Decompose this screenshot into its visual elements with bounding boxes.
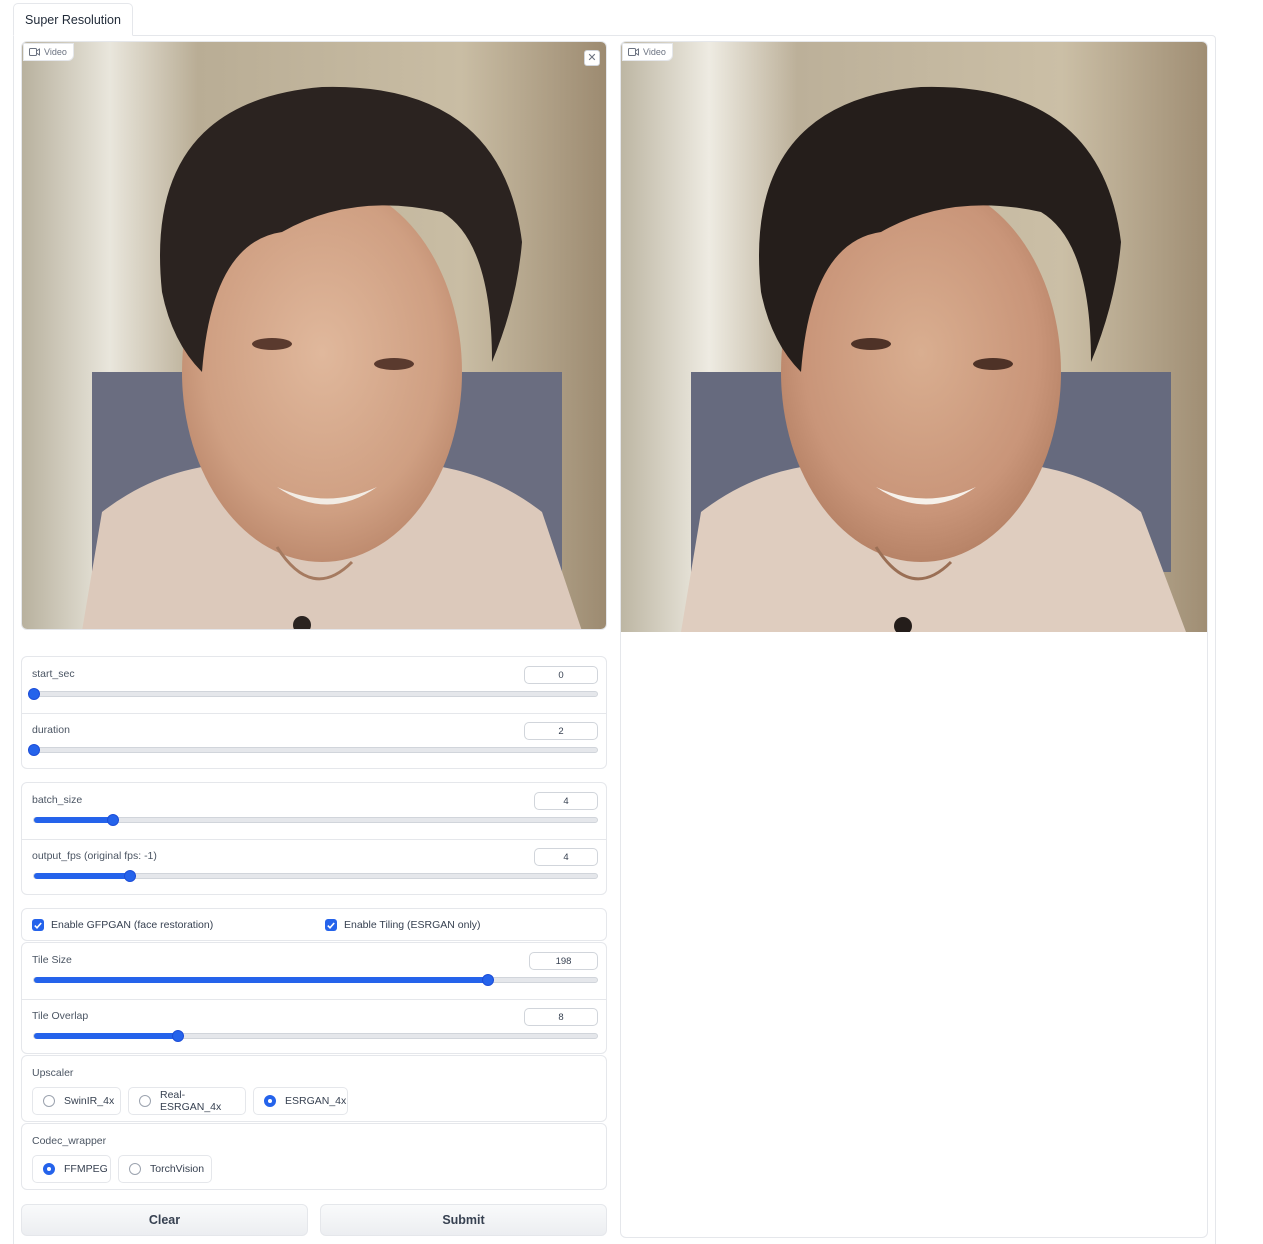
close-icon[interactable]: ✕ — [584, 50, 600, 66]
tab-super-resolution[interactable]: Super Resolution — [13, 3, 133, 36]
batch-size-slider[interactable] — [33, 814, 598, 826]
output-video-frame — [621, 42, 1207, 632]
tile-overlap-label: Tile Overlap — [32, 1010, 89, 1022]
codec-group: Codec_wrapper FFMPEG TorchVision — [21, 1123, 607, 1190]
output-video[interactable]: Video — [620, 41, 1208, 1238]
codec-option-ffmpeg[interactable]: FFMPEG — [32, 1155, 111, 1183]
codec-option-label: TorchVision — [150, 1163, 205, 1175]
tile-size-slider[interactable] — [33, 974, 598, 986]
gfpgan-label: Enable GFPGAN (face restoration) — [51, 919, 214, 931]
tiling-label: Enable Tiling (ESRGAN only) — [344, 919, 481, 931]
batch-fps-group: batch_size 4 output_fps (original fps: -… — [21, 782, 607, 895]
upscaler-title: Upscaler — [32, 1067, 74, 1079]
tile-size-input[interactable]: 198 — [529, 952, 598, 970]
checkbox-checked-icon[interactable] — [32, 919, 44, 931]
batch-size-label: batch_size — [32, 794, 83, 806]
input-video-label: Video — [23, 43, 74, 61]
tile-overlap-input[interactable]: 8 — [524, 1008, 598, 1026]
duration-label: duration — [32, 724, 70, 736]
upscaler-option-label: ESRGAN_4x — [285, 1095, 347, 1107]
upscaler-option-esrgan[interactable]: ESRGAN_4x — [253, 1087, 348, 1115]
submit-button[interactable]: Submit — [320, 1204, 607, 1236]
clear-button[interactable]: Clear — [21, 1204, 308, 1236]
time-range-group: start_sec 0 duration 2 — [21, 656, 607, 769]
video-camera-icon — [29, 48, 40, 56]
tiling-checkbox[interactable]: Enable Tiling (ESRGAN only) — [325, 919, 481, 931]
radio-icon[interactable] — [264, 1095, 276, 1107]
codec-option-label: FFMPEG — [64, 1163, 108, 1175]
input-video-label-text: Video — [44, 47, 67, 57]
radio-icon[interactable] — [43, 1095, 55, 1107]
tile-group: Tile Size 198 Tile Overlap 8 — [21, 942, 607, 1054]
upscaler-option-label: Real-ESRGAN_4x — [160, 1089, 222, 1113]
upscaler-option-swinir[interactable]: SwinIR_4x — [32, 1087, 121, 1115]
upscaler-option-label: SwinIR_4x — [64, 1095, 115, 1107]
codec-option-torchvision[interactable]: TorchVision — [118, 1155, 212, 1183]
tile-overlap-slider[interactable] — [33, 1030, 598, 1042]
duration-slider[interactable] — [28, 744, 598, 756]
radio-icon[interactable] — [139, 1095, 151, 1107]
options-checkbox-group: Enable GFPGAN (face restoration) Enable … — [21, 908, 607, 941]
checkbox-checked-icon[interactable] — [325, 919, 337, 931]
output-video-label-text: Video — [643, 47, 666, 57]
gfpgan-checkbox[interactable]: Enable GFPGAN (face restoration) — [32, 919, 213, 931]
tile-size-label: Tile Size — [32, 954, 72, 966]
input-video-frame — [22, 42, 606, 629]
video-camera-icon — [628, 48, 639, 56]
output-video-label: Video — [622, 43, 673, 61]
start-sec-input[interactable]: 0 — [524, 666, 598, 684]
upscaler-option-real-esrgan[interactable]: Real-ESRGAN_4x — [128, 1087, 246, 1115]
output-fps-input[interactable]: 4 — [534, 848, 598, 866]
batch-size-input[interactable]: 4 — [534, 792, 598, 810]
start-sec-slider[interactable] — [28, 688, 598, 700]
output-fps-label: output_fps (original fps: -1) — [32, 850, 157, 862]
input-video[interactable]: Video ✕ — [21, 41, 607, 630]
start-sec-label: start_sec — [32, 668, 75, 680]
output-fps-slider[interactable] — [33, 870, 598, 882]
radio-icon[interactable] — [43, 1163, 55, 1175]
codec-title: Codec_wrapper — [32, 1135, 107, 1147]
duration-input[interactable]: 2 — [524, 722, 598, 740]
radio-icon[interactable] — [129, 1163, 141, 1175]
upscaler-group: Upscaler SwinIR_4x Real-ESRGAN_4x ESRGAN… — [21, 1055, 607, 1122]
